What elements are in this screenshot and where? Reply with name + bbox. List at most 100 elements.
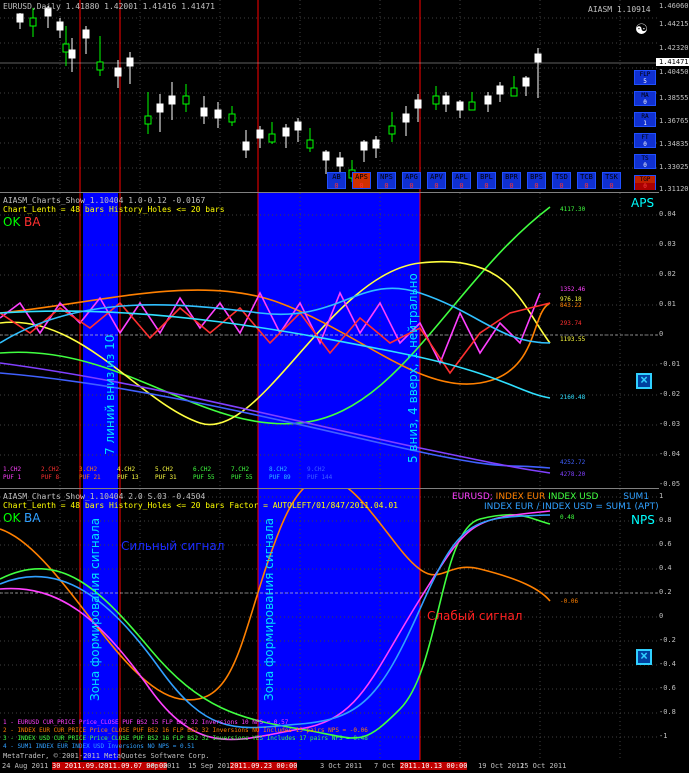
side-button-ma[interactable]: MA 0	[634, 91, 656, 106]
aps-legend-period: PUF 8	[41, 474, 60, 481]
bottom-button-label: BPS	[530, 173, 543, 181]
aps-scale[interactable]: 0.04 0.03 0.02 0.01 0 -0.01 -0.02 -0.03 -0.04 -0.…	[659, 193, 689, 488]
candle-body	[306, 139, 314, 149]
price-chart-panel[interactable]: EURUSD,Daily 1.41880 1.42001 1.41416 1.4…	[0, 0, 659, 193]
candle-body	[414, 99, 422, 109]
bottom-button-aps[interactable]: APS 0	[352, 172, 371, 190]
candle-body	[402, 113, 410, 123]
nps-subtitle: Chart_Lenth = 48 bars History_Holes <= 2…	[3, 501, 398, 510]
candle-body	[16, 13, 24, 23]
aps-right-value: 1352.46	[560, 286, 586, 293]
ba-label: BA	[24, 215, 41, 229]
bottom-button-bpl[interactable]: BPL 0	[477, 172, 496, 190]
time-tick-6: 2011.09.23 00:00	[230, 762, 298, 770]
candle-body	[468, 101, 476, 111]
nps-corner-label: NPS	[631, 513, 655, 527]
time-tick-4: Sep 2011	[146, 762, 180, 770]
candle-body	[484, 95, 492, 105]
nps-info-row: 4 - SUM1 INDEX EUR INDEX USD Inversions …	[3, 743, 195, 750]
price-scale[interactable]: 1.46060 1.44215 1.42320 1.41471 1.40450 1.385…	[656, 0, 689, 193]
nps-right-value: -0.06	[560, 598, 579, 605]
bottom-button-tsd[interactable]: TSD 0	[552, 172, 571, 190]
terminal-window: EURUSD,Daily 1.41880 1.42001 1.41416 1.4…	[0, 0, 689, 773]
bottom-button-value: 0	[434, 182, 439, 190]
bottom-button-apv[interactable]: APV 0	[427, 172, 446, 190]
time-tick-10: 19 Oct 2011	[478, 762, 525, 770]
aps-legend-period: PUF 55	[193, 474, 215, 481]
time-tick-1: 24 Aug 2011	[2, 762, 49, 770]
price-tick: 1.40450	[659, 68, 689, 76]
bottom-button-value: 0	[559, 182, 564, 190]
aps-title: AIASM_Charts_Show_1.10404 1.0-0.12 -0.01…	[3, 196, 206, 205]
bottom-button-nps[interactable]: NPS 0	[377, 172, 396, 190]
side-button-value: 0	[643, 99, 647, 106]
candle-body	[200, 107, 208, 117]
legend-line-1: EURUSD; INDEX EUR INDEX USD SUM1	[452, 492, 649, 502]
candle-body	[534, 53, 542, 63]
price-chart-svg	[0, 0, 659, 192]
candle-body	[29, 17, 37, 27]
candle-body	[442, 95, 450, 105]
aps-legend-period: PUF 13	[117, 474, 139, 481]
aps-indicator-panel[interactable]: AIASM_Charts_Show_1.10404 1.0-0.12 -0.01…	[0, 193, 659, 489]
time-tick-7: 3 Oct 2011	[320, 762, 363, 770]
bottom-button-value: 0	[509, 182, 514, 190]
bottom-button-apg[interactable]: APG 0	[402, 172, 421, 190]
ok-label: OK	[3, 511, 21, 525]
side-button-value: 0	[643, 162, 647, 169]
bottom-button-apl[interactable]: APL 0	[452, 172, 471, 190]
bottom-button-ab[interactable]: AB 0	[327, 172, 346, 190]
candle-body	[522, 77, 530, 87]
price-tick: 1.41471	[656, 58, 689, 66]
bottom-button-label: NPS	[380, 173, 393, 181]
candle-body	[282, 127, 290, 137]
nps-tick: 0.6	[659, 540, 672, 548]
candle-body	[360, 141, 368, 151]
side-button-value: 1	[643, 120, 647, 127]
time-tick-8: 7 Oct	[374, 762, 396, 770]
candle-body	[214, 109, 222, 119]
ok-label: OK	[3, 215, 21, 229]
nps-tick: -1	[659, 732, 668, 740]
yin-yang-icon: ☯	[636, 18, 647, 39]
nps-tick: 0.2	[659, 588, 672, 596]
close-indicator-icon[interactable]: ×	[636, 649, 652, 665]
nps-tick: -0.6	[659, 684, 676, 692]
side-button-value: 5	[643, 78, 647, 85]
bottom-button-label: TSK	[605, 173, 618, 181]
side-button-ft[interactable]: FT 0	[634, 133, 656, 148]
ba-label: BA	[24, 511, 41, 525]
candle-body	[242, 141, 250, 151]
side-button-flp[interactable]: FLP 5	[634, 70, 656, 85]
candle-body	[82, 29, 90, 39]
candle-body	[294, 121, 302, 131]
aps-tick: -0.03	[659, 420, 681, 428]
side-button-ra[interactable]: RA 1	[634, 112, 656, 127]
candle-body	[62, 43, 70, 53]
bottom-button-bps[interactable]: BPS 0	[527, 172, 546, 190]
candle-body	[322, 151, 330, 161]
aps-right-value: 2160.48	[560, 394, 586, 401]
candle-body	[168, 95, 176, 105]
side-button-tgp[interactable]: TGP 0	[634, 175, 656, 190]
close-indicator-icon[interactable]: ×	[636, 373, 652, 389]
bottom-button-tcb[interactable]: TCB 0	[577, 172, 596, 190]
aps-right-value: 4278.20	[560, 471, 586, 478]
annotation-7-lines-down: 7 линий вниз из 10	[103, 334, 117, 455]
aps-right-value: 843.22	[560, 302, 582, 309]
candle-body	[126, 57, 134, 67]
nps-scale[interactable]: 1 0.8 0.6 0.4 0.2 0 -0.2 -0.4 -0.6 -0.8 -1	[659, 489, 689, 760]
candle-body	[114, 67, 122, 77]
side-button-ts[interactable]: TS 0	[634, 154, 656, 169]
price-tick: 1.31120	[659, 185, 689, 193]
nps-indicator-panel[interactable]: AIASM_Charts_Show_1.10404 2.0 S.03 -0.45…	[0, 489, 659, 760]
nps-tick: -0.8	[659, 708, 676, 716]
aps-subtitle: Chart_Lenth = 48 bars History_Holes <= 2…	[3, 205, 225, 214]
bottom-button-tsk[interactable]: TSK 0	[602, 172, 621, 190]
aps-legend-period: PUF 144	[307, 474, 333, 481]
aps-legend-period: PUF 21	[79, 474, 101, 481]
candle-body	[256, 129, 264, 139]
nps-tick: -0.4	[659, 660, 676, 668]
bottom-button-bpr[interactable]: BPR 0	[502, 172, 521, 190]
bottom-button-value: 0	[534, 182, 539, 190]
